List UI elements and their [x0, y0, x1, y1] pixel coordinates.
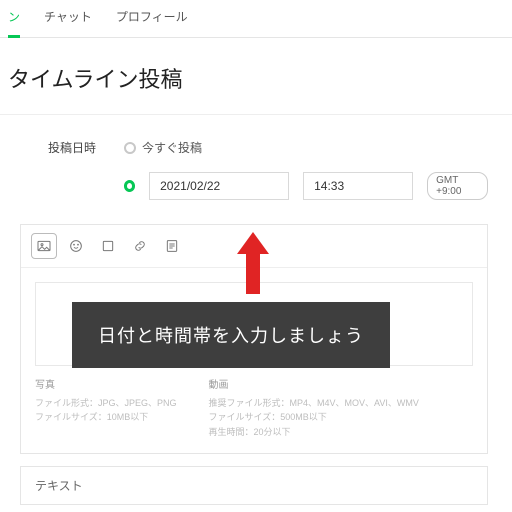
- survey-icon[interactable]: [159, 233, 185, 259]
- sticker-icon[interactable]: [95, 233, 121, 259]
- text-section[interactable]: テキスト: [20, 466, 488, 505]
- annotation-callout: 日付と時間帯を入力しましょう: [72, 302, 390, 368]
- tab-chat[interactable]: チャット: [44, 0, 92, 37]
- link-icon[interactable]: [127, 233, 153, 259]
- annotation-arrow: [238, 232, 268, 292]
- top-tabs: ン チャット プロフィール: [0, 0, 512, 38]
- gmt-badge: GMT +9:00: [427, 172, 488, 200]
- radio-icon: [124, 142, 136, 154]
- tab-profile[interactable]: プロフィール: [116, 0, 188, 37]
- media-meta: 写真 ファイル形式：JPG、JPEG、PNG ファイルサイズ：10MB以下 動画…: [21, 366, 487, 453]
- radio-now-label: 今すぐ投稿: [142, 139, 202, 156]
- image-icon[interactable]: [31, 233, 57, 259]
- page-title: タイムライン投稿: [0, 38, 512, 114]
- divider: [0, 114, 512, 115]
- form-area: 投稿日時 今すぐ投稿 GMT +9:00: [0, 123, 512, 200]
- radio-now[interactable]: 今すぐ投稿: [124, 139, 202, 156]
- time-input[interactable]: [303, 172, 413, 200]
- photo-meta: 写真 ファイル形式：JPG、JPEG、PNG ファイルサイズ：10MB以下: [35, 378, 177, 439]
- date-input[interactable]: [149, 172, 289, 200]
- video-meta: 動画 推奨ファイル形式：MP4、M4V、MOV、AVI、WMV ファイルサイズ：…: [209, 378, 419, 439]
- post-datetime-label: 投稿日時: [48, 139, 108, 156]
- tab-timeline[interactable]: ン: [8, 0, 20, 38]
- smile-icon[interactable]: [63, 233, 89, 259]
- radio-scheduled[interactable]: [124, 180, 135, 192]
